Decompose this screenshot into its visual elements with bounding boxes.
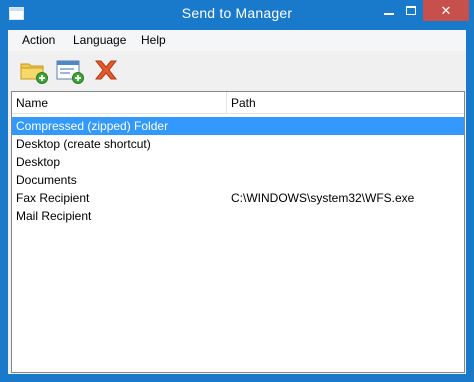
row-name: Fax Recipient: [16, 191, 90, 205]
add-item-icon: [56, 60, 84, 84]
minimize-button[interactable]: [378, 0, 400, 21]
menu-help[interactable]: Help: [139, 33, 168, 47]
app-window: Send to Manager ✕ Action Language Help N…: [0, 0, 474, 382]
add-folder-button[interactable]: [18, 55, 50, 85]
send-to-list: Name Path Compressed (zipped) Folder Des…: [11, 91, 465, 373]
maximize-button[interactable]: [400, 0, 423, 21]
minimize-icon: [384, 13, 394, 15]
row-name: Mail Recipient: [16, 209, 92, 223]
row-name: Compressed (zipped) Folder: [16, 119, 169, 133]
list-row[interactable]: Documents: [12, 171, 464, 189]
delete-icon: [94, 60, 118, 80]
add-item-button[interactable]: [54, 55, 86, 85]
list-header: Name Path: [12, 92, 464, 114]
list-row[interactable]: Mail Recipient: [12, 207, 464, 225]
delete-button[interactable]: [90, 55, 122, 85]
column-header-name[interactable]: Name: [12, 92, 227, 114]
list-row[interactable]: Compressed (zipped) Folder: [12, 117, 464, 135]
list-row[interactable]: Desktop (create shortcut): [12, 135, 464, 153]
row-name: Documents: [16, 173, 77, 187]
menu-action[interactable]: Action: [20, 33, 57, 47]
toolbar: [8, 51, 466, 90]
row-name: Desktop (create shortcut): [16, 137, 151, 151]
add-folder-icon: [20, 63, 48, 84]
row-name: Desktop: [16, 155, 61, 169]
list-rows: Compressed (zipped) Folder Desktop (crea…: [12, 117, 464, 225]
menu-language[interactable]: Language: [71, 33, 128, 47]
maximize-icon: [406, 6, 416, 15]
column-header-path[interactable]: Path: [227, 92, 464, 114]
title-bar[interactable]: Send to Manager ✕: [0, 0, 474, 30]
close-icon: ✕: [440, 3, 452, 18]
close-button[interactable]: ✕: [423, 0, 469, 21]
client-area: Action Language Help Name Path Compresse…: [8, 30, 466, 374]
menu-bar: Action Language Help: [8, 30, 466, 51]
list-row[interactable]: Fax Recipient C:\WINDOWS\system32\WFS.ex…: [12, 189, 464, 207]
list-row[interactable]: Desktop: [12, 153, 464, 171]
row-path: C:\WINDOWS\system32\WFS.exe: [231, 191, 415, 205]
